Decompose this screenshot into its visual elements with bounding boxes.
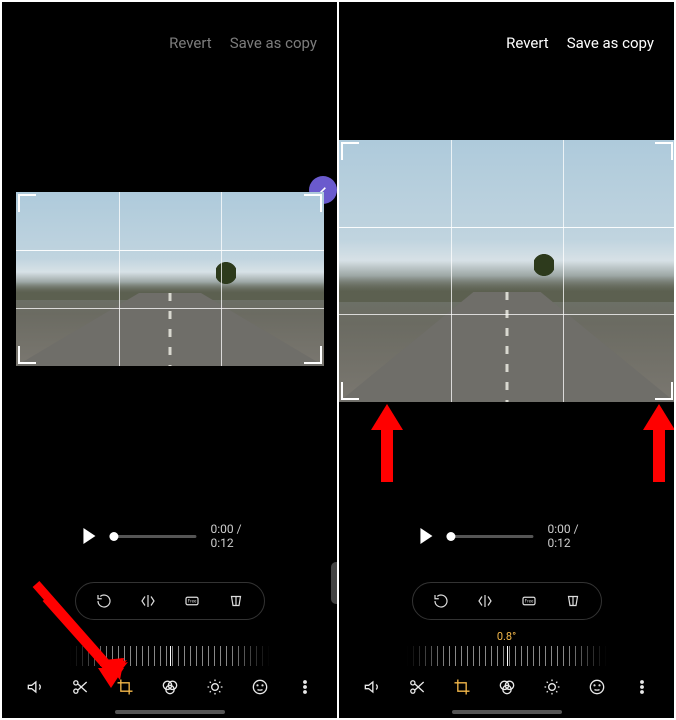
crop-icon[interactable]: [451, 676, 473, 698]
rotate-icon[interactable]: [94, 591, 114, 611]
adjust-icon[interactable]: [204, 676, 226, 698]
transform-toolbar: Free: [412, 582, 602, 620]
side-panel-handle[interactable]: [331, 562, 337, 604]
playback-bar: 0:00 / 0:12: [420, 522, 593, 550]
rotation-angle-label: 0.8°: [497, 630, 516, 643]
video-preview[interactable]: [16, 192, 324, 366]
filters-icon[interactable]: [159, 676, 181, 698]
volume-icon[interactable]: [24, 676, 46, 698]
ratio-free-icon[interactable]: Free: [519, 591, 539, 611]
top-actions: Revert Save as copy: [169, 34, 317, 52]
perspective-icon[interactable]: [226, 591, 246, 611]
home-indicator: [115, 710, 225, 714]
ratio-free-icon[interactable]: Free: [182, 591, 202, 611]
crop-icon[interactable]: [114, 676, 136, 698]
home-indicator: [452, 710, 562, 714]
annotation-arrow-right: [639, 404, 674, 486]
transform-toolbar: Free: [75, 582, 265, 620]
flip-icon[interactable]: [475, 591, 495, 611]
save-as-copy-button[interactable]: Save as copy: [230, 34, 317, 52]
flip-icon[interactable]: [138, 591, 158, 611]
playback-bar: 0:00 / 0:12: [83, 522, 256, 550]
adjust-icon[interactable]: [541, 676, 563, 698]
svg-text:Free: Free: [187, 599, 196, 605]
time-display: 0:00 / 0:12: [548, 522, 594, 550]
rotate-icon[interactable]: [431, 591, 451, 611]
revert-button[interactable]: Revert: [169, 34, 212, 52]
stickers-icon[interactable]: [249, 676, 271, 698]
annotation-arrow-left: [367, 404, 407, 486]
svg-text:Free: Free: [524, 599, 533, 605]
screen-left: Revert Save as copy 0:00 / 0:12 Free: [2, 2, 337, 718]
progress-slider[interactable]: [109, 535, 197, 538]
more-icon[interactable]: [631, 676, 653, 698]
perspective-icon[interactable]: [563, 591, 583, 611]
bottom-toolbar: [339, 676, 674, 698]
top-actions: Revert Save as copy: [506, 34, 654, 52]
save-as-copy-button[interactable]: Save as copy: [567, 34, 654, 52]
rotation-ruler[interactable]: [407, 646, 607, 666]
revert-button[interactable]: Revert: [506, 34, 549, 52]
progress-slider[interactable]: [446, 535, 534, 538]
trim-icon[interactable]: [406, 676, 428, 698]
screen-right: Revert Save as copy 0:00 / 0:12 Free 0.8…: [339, 2, 674, 718]
video-preview[interactable]: [339, 140, 674, 402]
bottom-toolbar: [2, 676, 337, 698]
trim-icon[interactable]: [69, 676, 91, 698]
more-icon[interactable]: [294, 676, 316, 698]
play-button[interactable]: [420, 528, 432, 544]
stickers-icon[interactable]: [586, 676, 608, 698]
filters-icon[interactable]: [496, 676, 518, 698]
volume-icon[interactable]: [361, 676, 383, 698]
play-button[interactable]: [83, 528, 95, 544]
time-display: 0:00 / 0:12: [211, 522, 257, 550]
rotation-ruler[interactable]: [70, 646, 270, 666]
